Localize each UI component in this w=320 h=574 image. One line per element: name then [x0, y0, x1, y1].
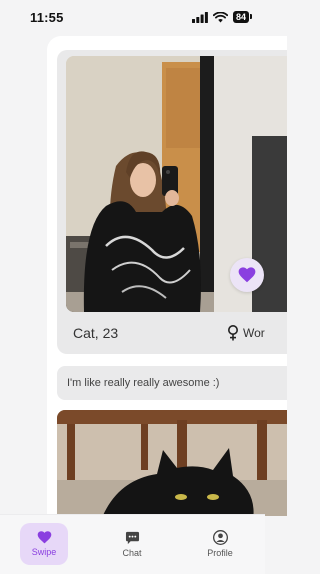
status-bar: 11:55 84	[0, 0, 265, 34]
bio-card: I'm like really really awesome :)	[57, 366, 287, 400]
profile-name-age: Cat, 23	[73, 325, 119, 341]
profile-photo-2[interactable]	[57, 410, 287, 516]
cellular-signal-icon	[191, 11, 208, 23]
profile-info-row: Cat, 23 Wor	[57, 318, 287, 348]
battery-indicator: 84	[232, 11, 253, 23]
swipe-feed[interactable]: Cat, 23 Wor I'm like really really aweso…	[47, 36, 287, 516]
nav-chat[interactable]: Chat	[108, 523, 156, 565]
profile-photo[interactable]	[66, 56, 287, 312]
person-icon	[212, 530, 228, 545]
wifi-icon	[212, 11, 228, 22]
bio-text: I'm like really really awesome :)	[67, 377, 220, 389]
heart-icon	[37, 531, 51, 544]
profile-card[interactable]: Cat, 23 Wor	[57, 50, 287, 354]
bottom-nav-bar: Swipe Chat Profile	[0, 514, 265, 574]
chat-bubble-icon	[125, 531, 139, 544]
nav-chat-label: Chat	[122, 547, 142, 558]
female-symbol-icon	[228, 325, 238, 341]
status-icons: 84	[191, 11, 253, 23]
status-time: 11:55	[30, 9, 64, 25]
heart-icon	[238, 267, 256, 283]
nav-profile[interactable]: Profile	[196, 523, 244, 565]
gender-label: Wor	[243, 326, 265, 340]
nav-swipe[interactable]: Swipe	[20, 523, 68, 565]
nav-swipe-label: Swipe	[31, 547, 57, 557]
gender-info: Wor	[227, 325, 265, 341]
nav-profile-label: Profile	[207, 548, 233, 558]
like-button[interactable]	[230, 258, 264, 292]
profile-photo-2-image	[57, 410, 287, 516]
